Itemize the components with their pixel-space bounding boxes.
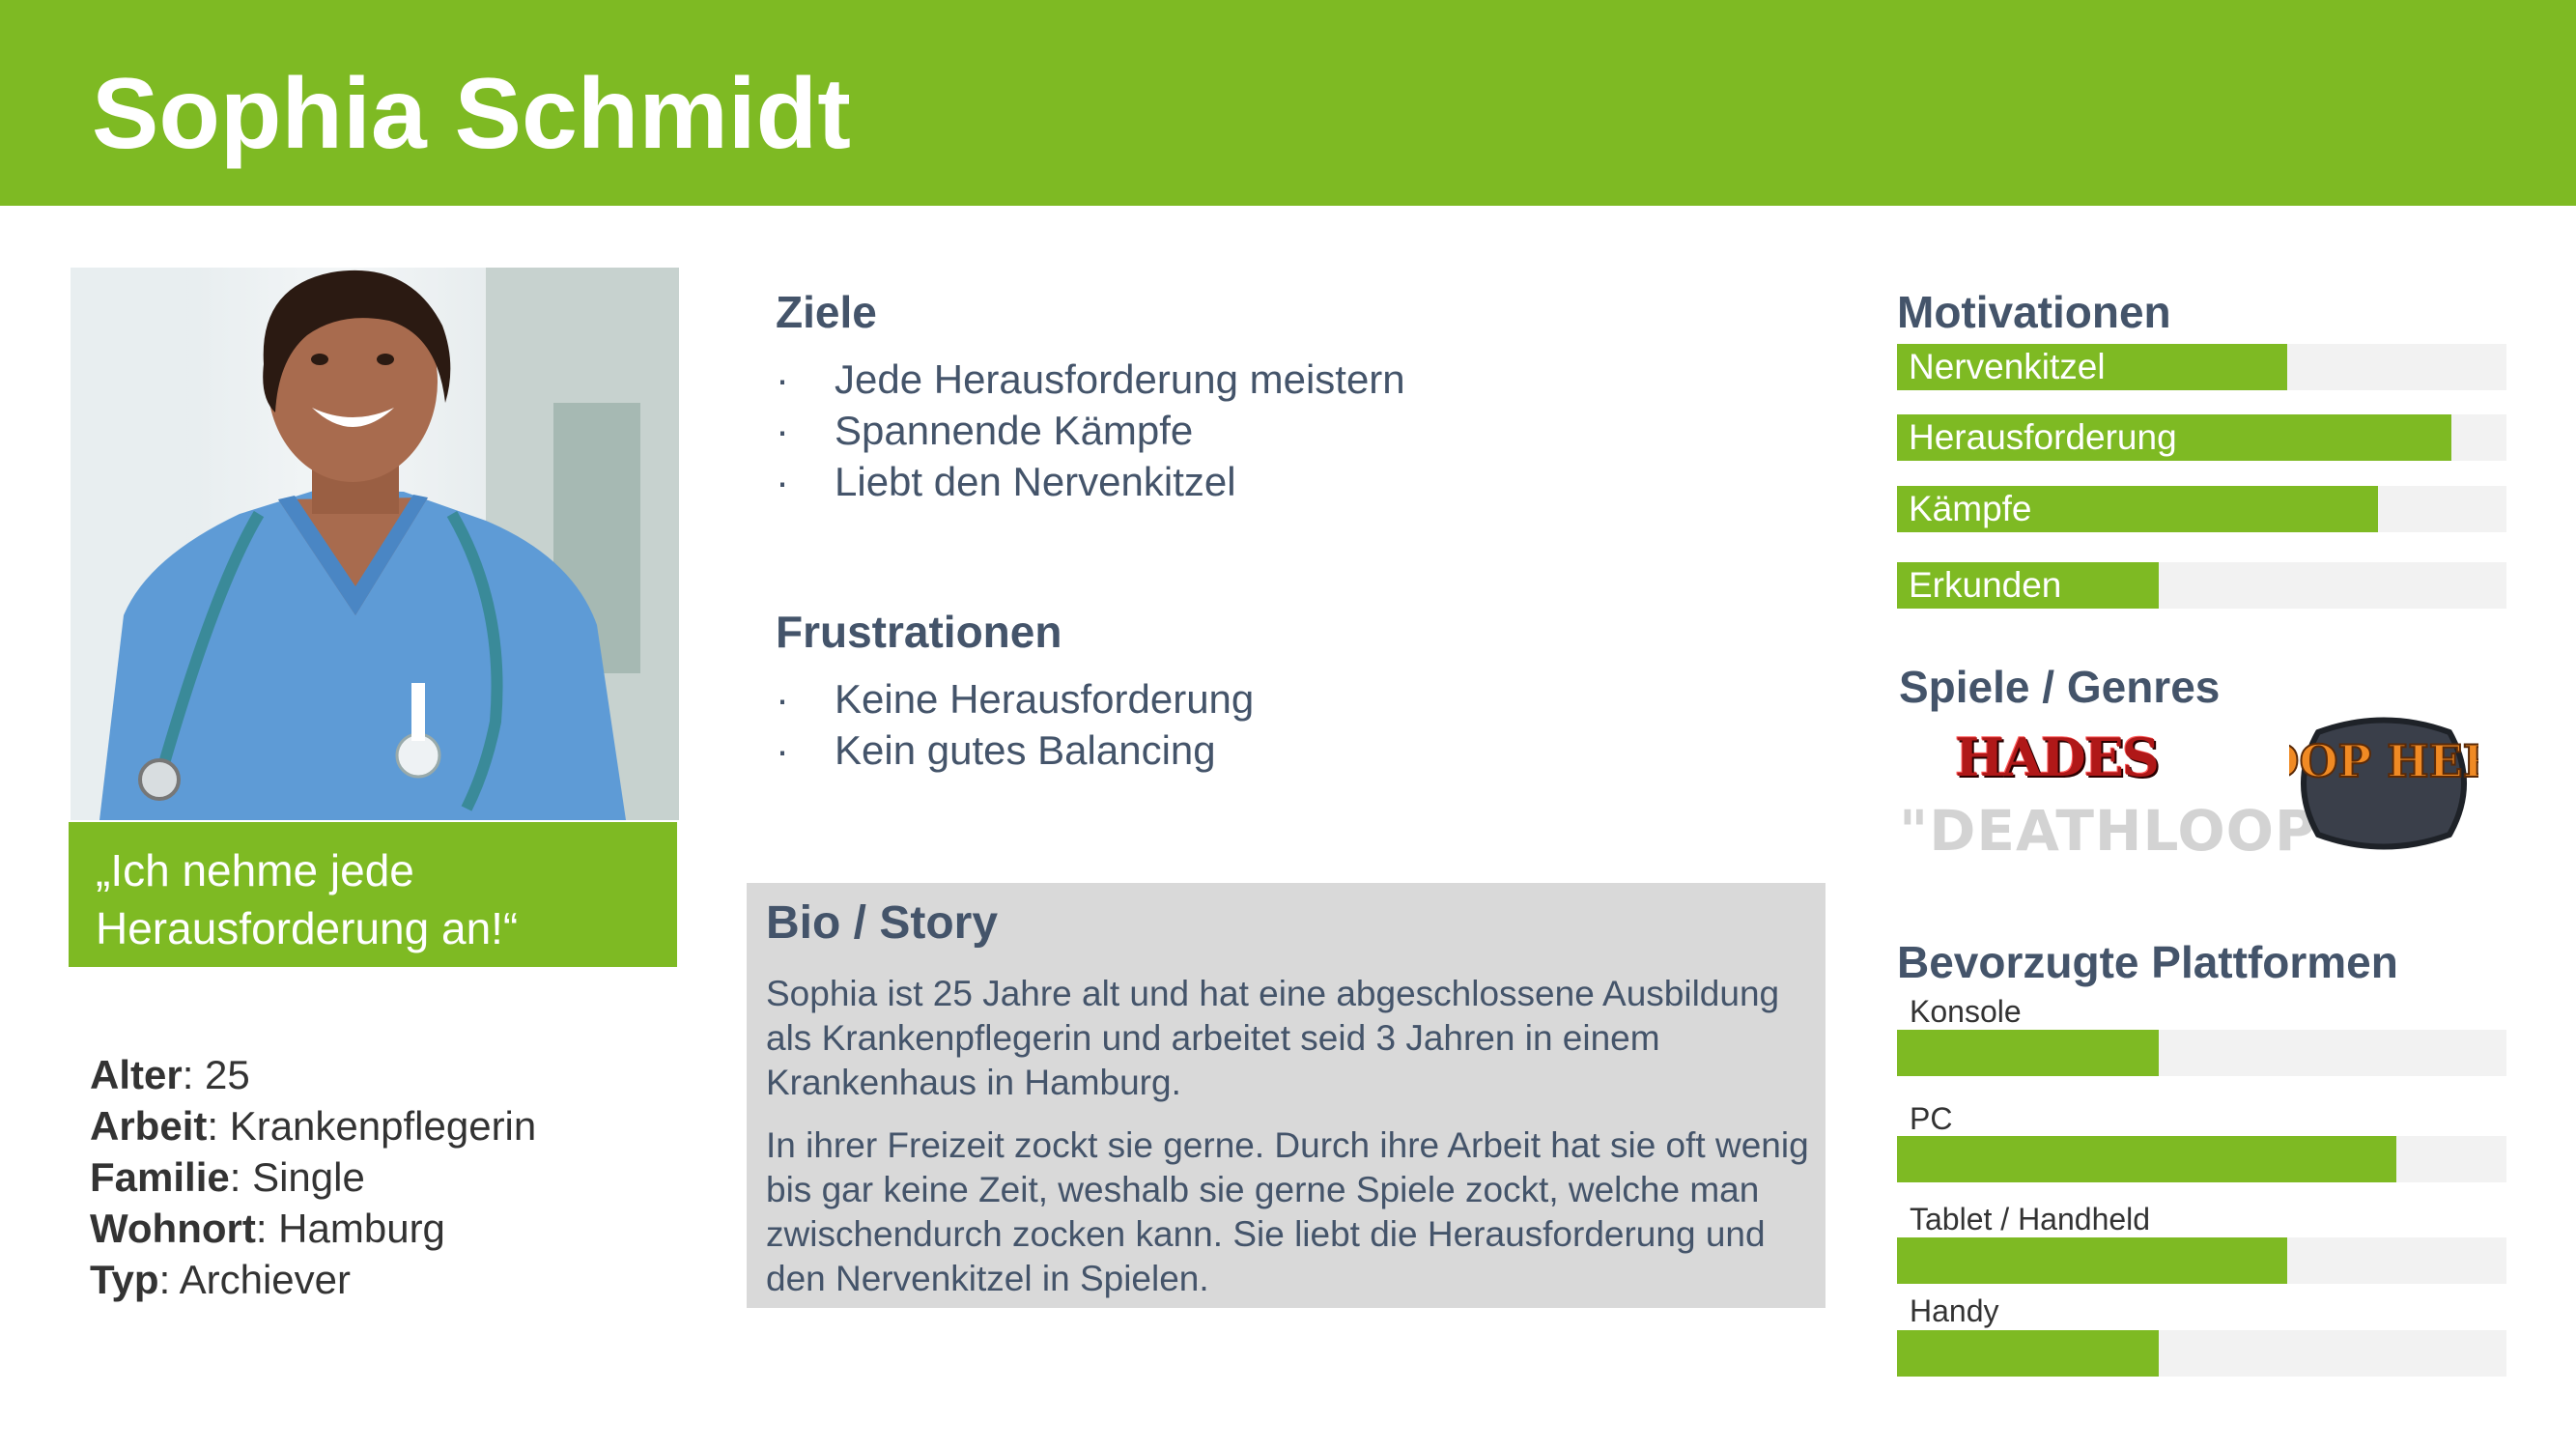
platform-bar-fill	[1897, 1330, 2160, 1377]
platform-bar	[1897, 1136, 2506, 1182]
motivation-label: Nervenkitzel	[1909, 347, 2106, 386]
bio-paragraph: In ihrer Freizeit zockt sie gerne. Durch…	[766, 1125, 1809, 1298]
motivation-bar: Kämpfe	[1897, 486, 2506, 532]
goal-item: Spannende Kämpfe	[776, 405, 1405, 456]
platform-bar-fill	[1897, 1237, 2287, 1284]
platform-bar-fill	[1897, 1030, 2160, 1076]
goals-list: Jede Herausforderung meistern Spannende …	[776, 354, 1405, 507]
platform-label: Tablet / Handheld	[1910, 1202, 2151, 1236]
games-title: Spiele / Genres	[1899, 662, 2221, 712]
frustration-item: Keine Herausforderung	[776, 673, 1254, 724]
bio-paragraph: Sophia ist 25 Jahre alt und hat eine abg…	[766, 974, 1780, 1102]
platform-bar	[1897, 1330, 2506, 1377]
frustrations-list: Keine Herausforderung Kein gutes Balanci…	[776, 673, 1254, 776]
header-banner: Sophia Schmidt	[0, 0, 2576, 206]
persona-name: Sophia Schmidt	[92, 58, 851, 170]
motivation-label: Herausforderung	[1909, 417, 2177, 457]
goal-item: Jede Herausforderung meistern	[776, 354, 1405, 405]
motivations-title: Motivationen	[1897, 287, 2171, 337]
platform-label: Handy	[1910, 1293, 1999, 1328]
platforms-title: Bevorzugte Plattformen	[1897, 937, 2398, 987]
loop-hero-logo-word: LOOP HERO	[2289, 735, 2478, 787]
fact-job: Arbeit: Krankenpflegerin	[90, 1103, 537, 1149]
fact-type: Typ: Archiever	[90, 1257, 351, 1302]
platform-bar	[1897, 1237, 2506, 1284]
persona-facts: Alter: 25 Arbeit: Krankenpflegerin Famil…	[90, 1049, 536, 1305]
platform-bar	[1897, 1030, 2506, 1076]
platform-label: PC	[1910, 1101, 1953, 1136]
persona-quote-box: „Ich nehme jede Herausforderung an!“	[69, 822, 677, 967]
deathloop-logo: "DEATHLOOP"	[1899, 798, 2347, 864]
goals-title: Ziele	[776, 287, 877, 337]
motivation-label: Erkunden	[1909, 565, 2062, 605]
fact-age: Alter: 25	[90, 1052, 250, 1097]
persona-quote: „Ich nehme jede Herausforderung an!“	[96, 845, 519, 953]
fact-family: Familie: Single	[90, 1154, 365, 1200]
motivation-bar: Nervenkitzel	[1897, 344, 2506, 390]
loop-hero-logo: LOOP HERO	[2228, 713, 2539, 854]
motivation-bar: Herausforderung	[1897, 414, 2506, 461]
platform-label: Konsole	[1910, 994, 2022, 1029]
frustration-item: Kein gutes Balancing	[776, 724, 1254, 776]
persona-photo	[71, 268, 679, 820]
motivation-bar: Erkunden	[1897, 562, 2506, 609]
frustrations-title: Frustrationen	[776, 607, 1062, 657]
fact-residence: Wohnort: Hamburg	[90, 1206, 445, 1251]
platform-bar-fill	[1897, 1136, 2397, 1182]
goal-item: Liebt den Nervenkitzel	[776, 456, 1405, 507]
motivation-label: Kämpfe	[1909, 489, 2032, 528]
nurse-illustration	[71, 268, 679, 820]
bio-box: Bio / Story Sophia ist 25 Jahre alt und …	[747, 883, 1826, 1308]
hades-logo: HADES	[1955, 726, 2160, 788]
bio-title: Bio / Story	[766, 897, 999, 949]
